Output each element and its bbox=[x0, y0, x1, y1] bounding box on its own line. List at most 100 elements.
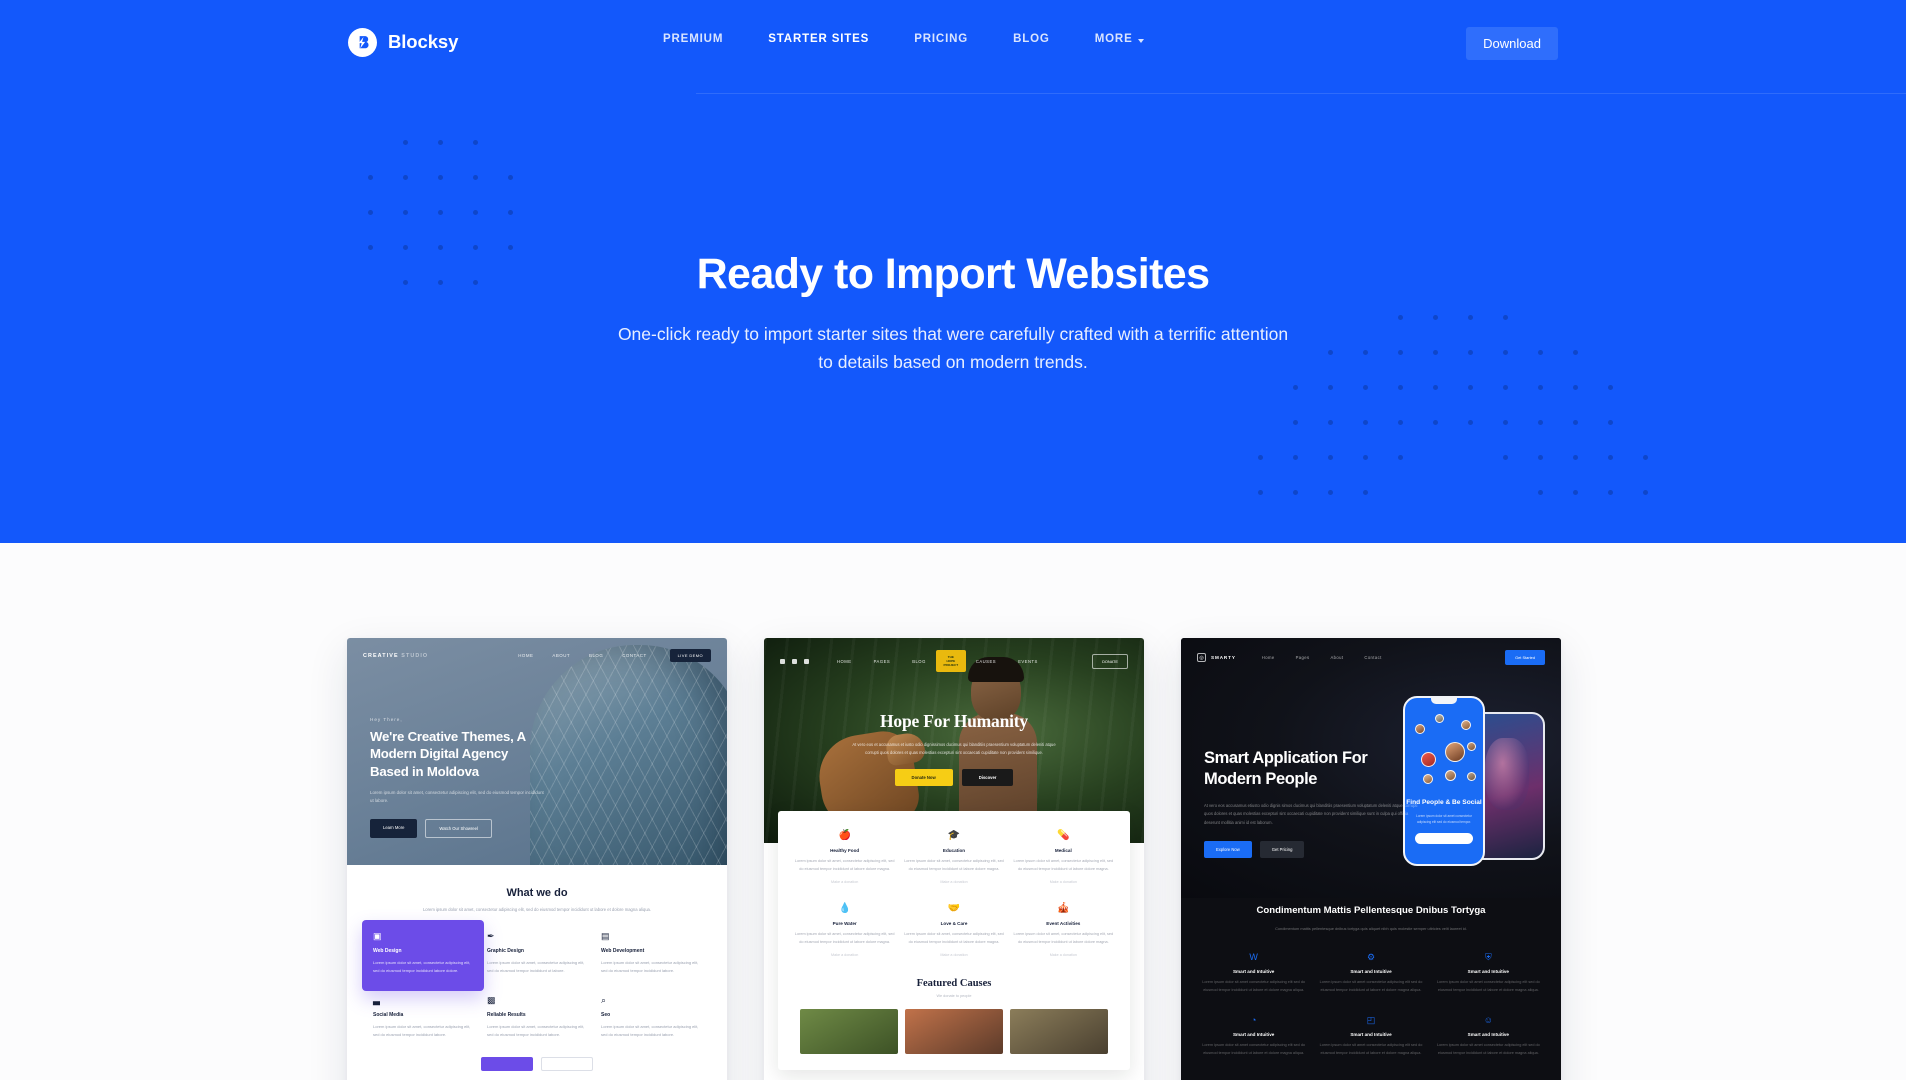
card2-feature-link: Make a donation bbox=[1049, 953, 1077, 958]
card2-causes-title: Featured Causes bbox=[916, 978, 992, 990]
decorative-dot bbox=[368, 210, 373, 215]
card1-footer-primary bbox=[481, 1056, 533, 1071]
card3-feature-grid: W Smart and Intuitive Lorem ipsum dolor … bbox=[1199, 953, 1543, 1057]
card2-topbar: HOME PAGES BLOG THE HOPE PROJECT CAUSES … bbox=[764, 650, 1144, 672]
decorative-dot bbox=[403, 210, 408, 215]
card2-cause-thumb bbox=[800, 1009, 898, 1055]
event-activities-icon: 🎪 bbox=[1057, 903, 1070, 915]
card3-nav-item: About bbox=[1330, 655, 1344, 660]
brand-logo-link[interactable]: Blocksy bbox=[348, 28, 458, 57]
card2-feature: 💧 Pure Water Lorem ipsum dolor sit amet,… bbox=[794, 904, 895, 958]
card3-feature-title: Smart and Intuitive bbox=[1467, 969, 1509, 975]
card2-donate-button: DONATE bbox=[1092, 653, 1128, 669]
decorative-dot bbox=[1503, 490, 1508, 495]
decorative-dot bbox=[1433, 490, 1438, 495]
decorative-dot bbox=[1258, 490, 1263, 495]
decorative-dot bbox=[1363, 455, 1368, 460]
wordpress-icon: W bbox=[1249, 952, 1258, 963]
decorative-dot bbox=[1293, 420, 1298, 425]
education-icon: 🎓 bbox=[947, 830, 961, 841]
decorative-dot bbox=[1678, 455, 1683, 460]
card2-cause-thumbnails bbox=[794, 1009, 1114, 1055]
search-icon: ⌕ bbox=[601, 995, 607, 1005]
decorative-dot bbox=[1608, 455, 1613, 460]
card1-feature-text: Lorem ipsum dolor sit amet, consectetur … bbox=[373, 1024, 471, 1037]
card3-phone-mockups: Find People & Be Social Lorem ipsum dolo… bbox=[1397, 696, 1545, 871]
card1-section-title: What we do bbox=[506, 887, 568, 899]
avatar bbox=[1467, 772, 1476, 781]
decorative-dot bbox=[1398, 490, 1403, 495]
card1-logo-main: CREATIVE bbox=[363, 652, 399, 659]
card1-feature: ▣ Web Design Lorem ipsum dolor sit amet,… bbox=[362, 920, 484, 991]
nav-item-pricing[interactable]: PRICING bbox=[914, 33, 968, 46]
monitor-icon: ▤ bbox=[601, 931, 610, 942]
card3-feature: W Smart and Intuitive Lorem ipsum dolor … bbox=[1199, 953, 1308, 994]
card1-feature-title: Reliable Results bbox=[487, 1012, 526, 1018]
decorative-dot bbox=[368, 175, 373, 180]
decorative-dot bbox=[1433, 385, 1438, 390]
starter-site-card-charity-hope[interactable]: HOME PAGES BLOG THE HOPE PROJECT CAUSES … bbox=[764, 638, 1144, 1080]
healthy-food-icon: 🍎 bbox=[838, 830, 851, 841]
card2-feature-text: Lorem ipsum dolor sit amet, consectetur … bbox=[904, 932, 1004, 944]
card2-nav-item: EVENTS bbox=[1018, 658, 1038, 664]
card2-primary-button: Donate Now bbox=[894, 769, 953, 787]
decorative-dot bbox=[1538, 455, 1543, 460]
card3-feature-text: Lorem ipsum dolor sit amet consectetur a… bbox=[1319, 1043, 1423, 1055]
card1-paragraph: Lorem ipsum dolor sit amet, consectetur … bbox=[370, 790, 544, 804]
card2-feature-title: Education bbox=[942, 848, 966, 853]
card2-feature: 🎓 Education Lorem ipsum dolor sit amet, … bbox=[903, 830, 1004, 885]
decorative-dot bbox=[1538, 490, 1543, 495]
nav-item-more[interactable]: MORE bbox=[1094, 33, 1144, 46]
card1-feature-title: Seo bbox=[601, 1012, 611, 1018]
card3-phone-paragraph: Lorem ipsum dolor sit amet consectetur a… bbox=[1416, 813, 1472, 824]
card3-hero-buttons: Explore Now Get Pricing bbox=[1204, 840, 1419, 858]
decorative-dot bbox=[473, 175, 478, 180]
card2-heading: Hope For Humanity bbox=[880, 711, 1028, 731]
love-care-icon: 🤝 bbox=[947, 903, 961, 915]
card2-feature-title: Pure Water bbox=[832, 921, 857, 927]
card3-nav: Home Pages About Contact bbox=[1262, 655, 1382, 660]
card1-lower: What we do Lorem ipsum dolor sit amet, c… bbox=[347, 865, 727, 1071]
primary-nav: PREMIUM STARTER SITES PRICING BLOG MORE bbox=[663, 33, 1144, 46]
download-button[interactable]: Download bbox=[1466, 27, 1558, 60]
card2-feature-link: Make a donation bbox=[831, 880, 859, 885]
chat-icon: ▣ bbox=[373, 931, 382, 942]
clock-icon: ◔ bbox=[1250, 1015, 1257, 1026]
decorative-dot bbox=[1573, 420, 1578, 425]
card1-feature-text: Lorem ipsum dolor sit amet, consectetur … bbox=[487, 1024, 585, 1037]
card1-feature-title: Web Design bbox=[373, 948, 402, 955]
card1-hero-copy: Hey There, We're Creative Themes, A Mode… bbox=[370, 717, 545, 838]
chart-icon: ▃ bbox=[373, 995, 380, 1005]
avatar bbox=[1415, 724, 1425, 734]
card2-features-panel: 🍎 Healthy Food Lorem ipsum dolor sit ame… bbox=[778, 811, 1130, 1071]
card3-feature: ⛨ Smart and Intuitive Lorem ipsum dolor … bbox=[1434, 953, 1543, 994]
chevron-down-icon bbox=[1137, 38, 1144, 43]
app-logo-icon: ◎ bbox=[1197, 653, 1206, 662]
nav-item-blog[interactable]: BLOG bbox=[1013, 33, 1050, 46]
nav-item-starter-sites[interactable]: STARTER SITES bbox=[768, 33, 869, 46]
avatar bbox=[1445, 770, 1456, 781]
decorative-dot bbox=[1573, 385, 1578, 390]
nav-label: MORE bbox=[1094, 33, 1133, 45]
decorative-dot bbox=[1643, 420, 1648, 425]
card2-feature-link: Make a donation bbox=[940, 953, 968, 958]
card1-nav-item: BLOG bbox=[589, 653, 604, 658]
card1-footer-secondary bbox=[541, 1056, 593, 1071]
decorative-dot bbox=[1538, 385, 1543, 390]
page-root: Blocksy PREMIUM STARTER SITES PRICING BL… bbox=[0, 0, 1906, 1080]
card3-secondary-button: Get Pricing bbox=[1259, 840, 1305, 858]
starter-site-card-creative-agency[interactable]: CREATIVE STUDIO HOME ABOUT BLOG CONTACT … bbox=[347, 638, 727, 1080]
nav-item-premium[interactable]: PREMIUM bbox=[663, 33, 723, 46]
shield-icon: ⛨ bbox=[1484, 952, 1492, 963]
avatar bbox=[1421, 752, 1436, 767]
card1-feature: ⌕ Seo Lorem ipsum dolor sit amet, consec… bbox=[599, 994, 703, 1041]
card1-logo: CREATIVE STUDIO bbox=[363, 653, 428, 659]
card1-feature: ▩ Reliable Results Lorem ipsum dolor sit… bbox=[485, 994, 589, 1041]
pen-icon: ✒ bbox=[487, 931, 495, 942]
card3-primary-button: Explore Now bbox=[1204, 840, 1252, 858]
header-divider bbox=[696, 93, 1906, 94]
decorative-dot bbox=[1643, 490, 1648, 495]
starter-site-card-smart-app[interactable]: ◎ SMARTY Home Pages About Contact Get St… bbox=[1181, 638, 1561, 1080]
card2-feature-text: Lorem ipsum dolor sit amet, consectetur … bbox=[794, 859, 895, 871]
card3-phone-button bbox=[1415, 832, 1473, 844]
